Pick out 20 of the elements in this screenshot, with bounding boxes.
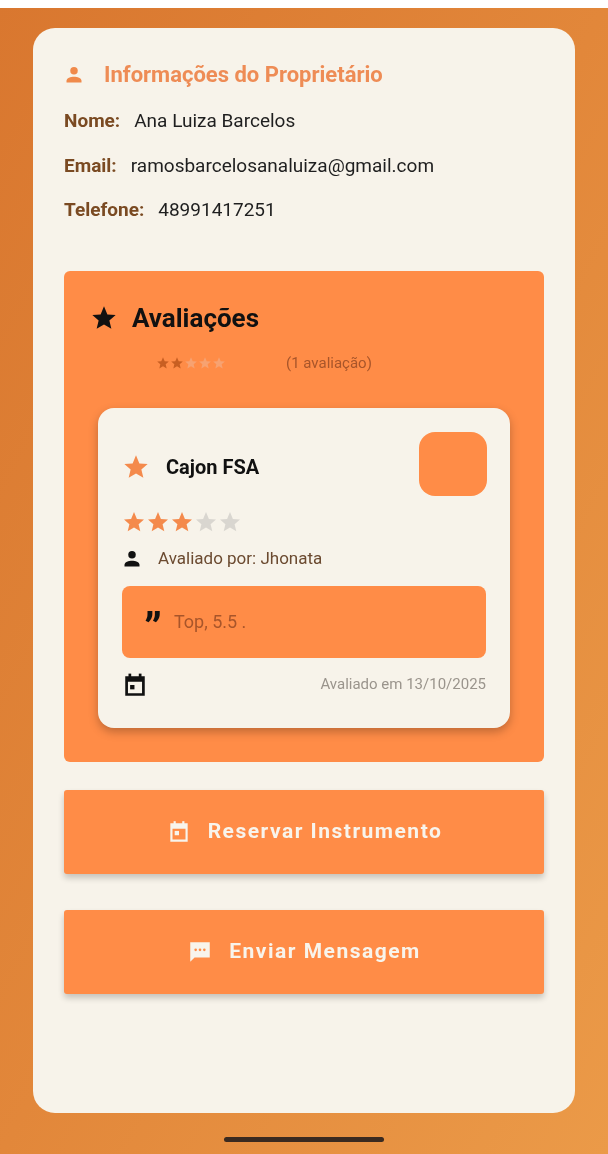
comment-text: Top, 5.5 . xyxy=(173,610,247,634)
reviews-title: Avaliações xyxy=(132,301,260,335)
field-value: 48991417251 xyxy=(158,197,276,223)
action-button[interactable]: Enviar Mensagem xyxy=(64,909,544,994)
section-title: Informações do Proprietário xyxy=(104,61,383,89)
person-icon xyxy=(122,548,142,569)
thumbnail xyxy=(419,432,487,496)
field-label: Email: xyxy=(64,152,117,179)
field-value: ramosbarcelosanaluiza@gmail.com xyxy=(130,152,435,179)
instrument-name: Cajon FSA xyxy=(166,454,260,481)
action-button[interactable]: Reservar Instrumento xyxy=(64,789,544,874)
calendar-icon xyxy=(122,671,148,698)
field-label: Telefone: xyxy=(64,197,145,223)
field-value: Ana Luiza Barcelos xyxy=(134,108,296,134)
review-count: (1 avaliação) xyxy=(286,352,372,374)
field-label: Nome: xyxy=(64,108,121,134)
person-icon xyxy=(64,64,84,85)
reviewer-name: Avaliado por: Jhonata xyxy=(158,547,323,570)
review-date: Avaliado em 13/10/2025 xyxy=(320,674,486,696)
quote-icon: ” xyxy=(144,606,162,651)
